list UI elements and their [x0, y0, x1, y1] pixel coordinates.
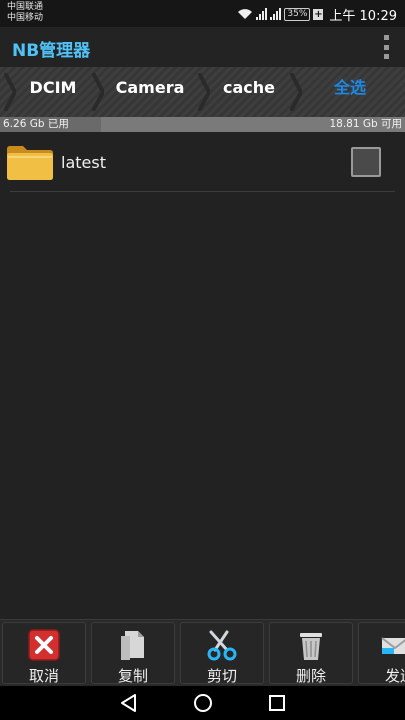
- breadcrumb-item-cache[interactable]: cache: [214, 67, 284, 117]
- recents-icon[interactable]: [266, 693, 288, 713]
- status-bar: 中国联通 中国移动 35% + 上午 10:29: [0, 0, 405, 27]
- send-label: 发送: [385, 667, 405, 685]
- breadcrumb-item-camera[interactable]: Camera: [108, 67, 192, 117]
- folder-icon: [7, 146, 53, 180]
- delete-button[interactable]: 删除: [269, 622, 353, 685]
- signal-1-icon: [256, 8, 268, 20]
- chevron-right-icon: [92, 73, 104, 111]
- status-icons: 35% + 上午 10:29: [237, 5, 397, 24]
- breadcrumb-item-dcim[interactable]: DCIM: [18, 67, 88, 117]
- delete-label: 删除: [295, 667, 326, 685]
- home-icon[interactable]: [192, 693, 214, 713]
- breadcrumb: DCIM Camera cache 全选: [0, 67, 405, 117]
- send-icon: [381, 637, 405, 654]
- carrier-1: 中国联通: [7, 2, 44, 12]
- navigation-bar: [0, 686, 405, 720]
- cancel-icon: [28, 629, 60, 661]
- wifi-icon: [238, 9, 253, 19]
- select-all-button[interactable]: 全选: [295, 67, 405, 117]
- app-title: NB管理器: [12, 41, 91, 61]
- scissors-icon: [207, 630, 237, 661]
- carrier-info: 中国联通 中国移动: [7, 2, 43, 24]
- signal-2-icon: [270, 8, 282, 20]
- trash-icon: [300, 633, 322, 660]
- storage-used-label: 6.26 Gb 已用: [3, 118, 69, 130]
- cut-button[interactable]: 剪切: [180, 622, 264, 685]
- carrier-2: 中国移动: [7, 13, 44, 23]
- list-item[interactable]: latest: [0, 133, 405, 191]
- send-button[interactable]: 发送: [358, 622, 405, 685]
- storage-bar: 6.26 Gb 已用 18.81 Gb 可用: [0, 117, 405, 132]
- chevron-right-icon: [198, 73, 210, 111]
- cancel-button[interactable]: 取消: [2, 622, 86, 685]
- overflow-menu-icon[interactable]: [383, 35, 389, 59]
- clock: 上午 10:29: [329, 8, 397, 24]
- bottom-toolbar: 取消 复制 剪切 删除 发送: [0, 619, 405, 686]
- back-icon[interactable]: [118, 693, 140, 713]
- copy-icon: [121, 631, 144, 660]
- cut-label: 剪切: [206, 667, 237, 685]
- copy-button[interactable]: 复制: [91, 622, 175, 685]
- copy-label: 复制: [117, 667, 148, 685]
- file-name: latest: [61, 153, 106, 172]
- file-checkbox[interactable]: [351, 147, 381, 177]
- chevron-right-icon: [4, 73, 16, 111]
- charging-icon: +: [313, 8, 324, 20]
- app-bar: NB管理器: [0, 27, 405, 67]
- storage-free-label: 18.81 Gb 可用: [329, 118, 402, 130]
- divider: [10, 191, 395, 192]
- battery-icon: 35%: [284, 7, 311, 21]
- cancel-label: 取消: [28, 667, 59, 685]
